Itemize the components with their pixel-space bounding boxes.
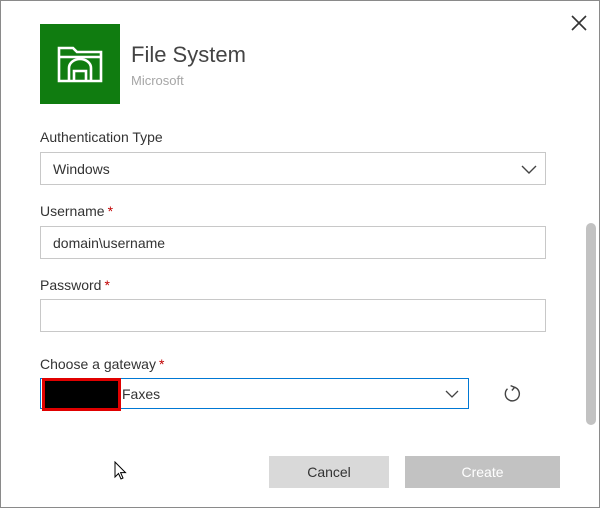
password-label-text: Password — [40, 277, 102, 293]
password-input[interactable] — [40, 299, 546, 332]
required-marker: * — [107, 203, 114, 219]
gateway-label: Choose a gateway * — [40, 356, 164, 372]
folder-icon — [57, 46, 103, 83]
refresh-button[interactable] — [501, 383, 523, 405]
connection-dialog: File System Microsoft Authentication Typ… — [0, 0, 600, 508]
username-label: Username * — [40, 203, 113, 219]
cancel-button[interactable]: Cancel — [269, 456, 389, 488]
password-label: Password * — [40, 277, 110, 293]
username-label-text: Username — [40, 203, 105, 219]
auth-type-value: Windows — [53, 160, 110, 177]
create-button[interactable]: Create — [405, 456, 560, 488]
auth-type-label: Authentication Type — [40, 129, 163, 145]
required-marker: * — [158, 356, 165, 372]
required-marker: * — [104, 277, 110, 293]
gateway-select[interactable]: Faxes — [40, 378, 469, 411]
chevron-down-icon — [445, 390, 459, 398]
gateway-label-text: Choose a gateway — [40, 356, 156, 372]
connector-publisher: Microsoft — [131, 73, 184, 88]
scrollbar-thumb[interactable] — [586, 223, 596, 425]
auth-type-select[interactable]: Windows — [40, 152, 546, 185]
connector-logo — [40, 24, 120, 104]
connector-title: File System — [131, 42, 246, 67]
mouse-cursor-icon — [114, 461, 127, 480]
refresh-icon — [504, 384, 521, 402]
username-input[interactable] — [40, 226, 546, 259]
chevron-down-icon — [521, 165, 537, 174]
auth-type-label-text: Authentication Type — [40, 129, 163, 145]
redaction-box — [42, 378, 121, 411]
gateway-value: Faxes — [122, 386, 161, 402]
